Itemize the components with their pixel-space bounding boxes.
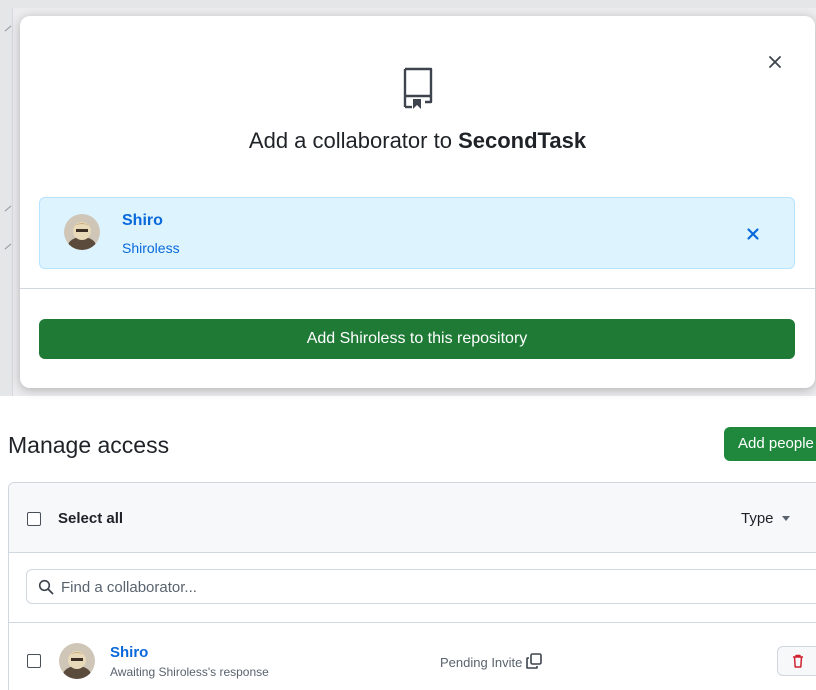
manage-access-title: Manage access: [8, 432, 170, 458]
selected-user-name: Shiro: [122, 212, 163, 229]
invite-status: Pending Invite: [440, 655, 523, 670]
select-all-label: Select all: [58, 510, 124, 527]
trash-icon: [793, 654, 803, 668]
remove-selection-button[interactable]: [743, 224, 763, 244]
search-input[interactable]: [61, 575, 561, 599]
select-all-checkbox[interactable]: [27, 512, 41, 526]
avatar: [64, 214, 100, 250]
background-mark: [4, 25, 12, 32]
background-mark: [4, 243, 12, 250]
close-icon: [747, 228, 759, 240]
repo-icon: [400, 66, 436, 110]
avatar: [59, 643, 95, 679]
background-mark: [4, 205, 12, 212]
panel-header: Select all Type: [9, 483, 816, 553]
chevron-down-icon: [782, 516, 790, 521]
dialog-title: Add a collaborator to SecondTask: [20, 128, 815, 154]
add-to-repository-button[interactable]: Add Shiroless to this repository: [39, 319, 795, 359]
remove-collaborator-button[interactable]: [777, 646, 816, 676]
selected-user-login: Shiroless: [122, 240, 180, 256]
collaborator-status: Awaiting Shiroless's response: [110, 665, 269, 679]
collaborator-name-link[interactable]: Shiro: [110, 644, 148, 661]
add-people-button[interactable]: Add people: [724, 427, 816, 461]
collaborator-checkbox[interactable]: [27, 654, 41, 668]
copy-icon[interactable]: [525, 652, 543, 670]
table-row: Shiro Awaiting Shiroless's response Pend…: [9, 623, 816, 690]
divider: [20, 288, 815, 289]
selected-collaborator: Shiro Shiroless: [39, 197, 795, 269]
dialog-title-prefix: Add a collaborator to: [248, 128, 452, 153]
access-panel: Select all Type Shiro Awaiting Shiroless…: [8, 482, 816, 690]
search-row: [9, 553, 816, 623]
search-icon: [38, 579, 54, 595]
type-filter-dropdown[interactable]: Type: [741, 510, 774, 527]
repo-name: SecondTask: [458, 128, 587, 153]
collaborator-search: [26, 569, 816, 604]
close-icon[interactable]: [765, 52, 785, 72]
add-collaborator-dialog: Add a collaborator to SecondTask Shiro S…: [20, 16, 815, 388]
